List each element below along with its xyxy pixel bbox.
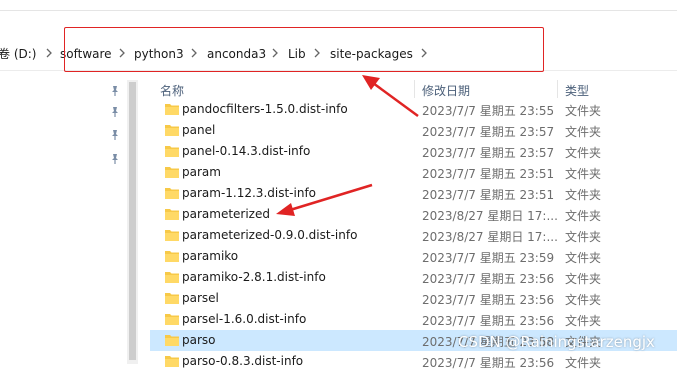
folder-icon: [164, 312, 180, 326]
folder-icon: [164, 144, 180, 158]
file-modified-date: 2023/7/7 星期五 23:56: [422, 314, 555, 328]
chevron-right-icon[interactable]: [45, 47, 55, 59]
file-modified-date: 2023/7/7 星期五 23:51: [422, 188, 555, 202]
pin-icon[interactable]: [108, 128, 122, 142]
file-row[interactable]: panel-0.14.3.dist-info 2023/7/7 星期五 23:57…: [150, 141, 677, 162]
folder-icon: [164, 165, 180, 179]
file-modified-date: 2023/7/7 星期五 23:56: [422, 293, 555, 307]
file-name[interactable]: param-1.12.3.dist-info: [182, 186, 316, 200]
file-type: 文件夹: [565, 188, 602, 202]
file-type: 文件夹: [565, 251, 602, 265]
file-type: 文件夹: [565, 104, 602, 118]
file-row[interactable]: parameterized 2023/8/27 星期日 17:... 文件夹: [150, 204, 677, 225]
file-name[interactable]: parameterized: [182, 207, 270, 221]
file-modified-date: 2023/7/7 星期五 23:59: [422, 251, 555, 265]
file-row[interactable]: paramiko-2.8.1.dist-info 2023/7/7 星期五 23:…: [150, 267, 677, 288]
file-type: 文件夹: [565, 272, 602, 286]
folder-icon: [164, 333, 180, 347]
column-modified-header[interactable]: 修改日期: [422, 82, 470, 99]
file-row[interactable]: parso-0.8.3.dist-info 2023/7/7 星期五 23:56 文…: [150, 351, 677, 372]
file-modified-date: 2023/8/27 星期日 17:...: [422, 209, 558, 223]
file-name[interactable]: parsel: [182, 291, 219, 305]
annotation-highlight-box: [64, 27, 544, 72]
file-type: 文件夹: [565, 293, 602, 307]
folder-icon: [164, 354, 180, 368]
file-modified-date: 2023/7/7 星期五 23:56: [422, 272, 555, 286]
file-modified-date: 2023/7/7 星期五 23:55: [422, 104, 555, 118]
file-type: 文件夹: [565, 167, 602, 181]
file-row[interactable]: pandocfilters-1.5.0.dist-info 2023/7/7 星期…: [150, 99, 677, 120]
breadcrumb-drive[interactable]: 卷 (D:): [0, 46, 36, 62]
file-row[interactable]: paramiko 2023/7/7 星期五 23:59 文件夹: [150, 246, 677, 267]
file-modified-date: 2023/8/27 星期日 17:...: [422, 230, 558, 244]
file-name[interactable]: panel-0.14.3.dist-info: [182, 144, 310, 158]
file-name[interactable]: param: [182, 165, 221, 179]
column-name-header[interactable]: 名称: [160, 82, 184, 99]
folder-icon: [164, 123, 180, 137]
file-type: 文件夹: [565, 125, 602, 139]
pin-icon[interactable]: [108, 84, 122, 98]
file-name[interactable]: panel: [182, 123, 215, 137]
file-modified-date: 2023/7/7 星期五 23:56: [422, 356, 555, 370]
file-row[interactable]: parsel-1.6.0.dist-info 2023/7/7 星期五 23:56…: [150, 309, 677, 330]
folder-icon: [164, 270, 180, 284]
file-row[interactable]: parsel 2023/7/7 星期五 23:56 文件夹: [150, 288, 677, 309]
file-name[interactable]: parso: [182, 333, 216, 347]
file-type: 文件夹: [565, 314, 602, 328]
column-header: 名称 修改日期 类型: [150, 80, 677, 98]
file-modified-date: 2023/7/7 星期五 23:57: [422, 146, 555, 160]
file-type: 文件夹: [565, 209, 602, 223]
file-modified-date: 2023/7/7 星期五 23:57: [422, 125, 555, 139]
file-type: 文件夹: [565, 230, 602, 244]
file-row[interactable]: param 2023/7/7 星期五 23:51 文件夹: [150, 162, 677, 183]
watermark: CSDN @Rainingstarzengjx: [458, 333, 655, 351]
file-name[interactable]: parso-0.8.3.dist-info: [182, 354, 303, 368]
window-top-strip: [0, 0, 677, 11]
scrollbar-thumb[interactable]: [129, 82, 136, 360]
file-name[interactable]: paramiko: [182, 249, 238, 263]
column-divider[interactable]: [414, 80, 415, 98]
file-type: 文件夹: [565, 356, 602, 370]
folder-icon: [164, 186, 180, 200]
file-row[interactable]: param-1.12.3.dist-info 2023/7/7 星期五 23:51…: [150, 183, 677, 204]
folder-icon: [164, 102, 180, 116]
column-divider[interactable]: [557, 80, 558, 98]
folder-icon: [164, 291, 180, 305]
folder-icon: [164, 249, 180, 263]
file-name[interactable]: parameterized-0.9.0.dist-info: [182, 228, 357, 242]
file-name[interactable]: paramiko-2.8.1.dist-info: [182, 270, 326, 284]
navigation-pane: [0, 80, 140, 364]
pin-icon[interactable]: [108, 152, 122, 166]
file-name[interactable]: pandocfilters-1.5.0.dist-info: [182, 102, 348, 116]
file-modified-date: 2023/7/7 星期五 23:51: [422, 167, 555, 181]
file-row[interactable]: panel 2023/7/7 星期五 23:57 文件夹: [150, 120, 677, 141]
nav-scrollbar[interactable]: [127, 80, 138, 364]
folder-icon: [164, 207, 180, 221]
file-row[interactable]: parameterized-0.9.0.dist-info 2023/8/27 星…: [150, 225, 677, 246]
file-name[interactable]: parsel-1.6.0.dist-info: [182, 312, 306, 326]
file-type: 文件夹: [565, 146, 602, 160]
pin-icon[interactable]: [108, 105, 122, 119]
folder-icon: [164, 228, 180, 242]
column-type-header[interactable]: 类型: [565, 82, 589, 99]
